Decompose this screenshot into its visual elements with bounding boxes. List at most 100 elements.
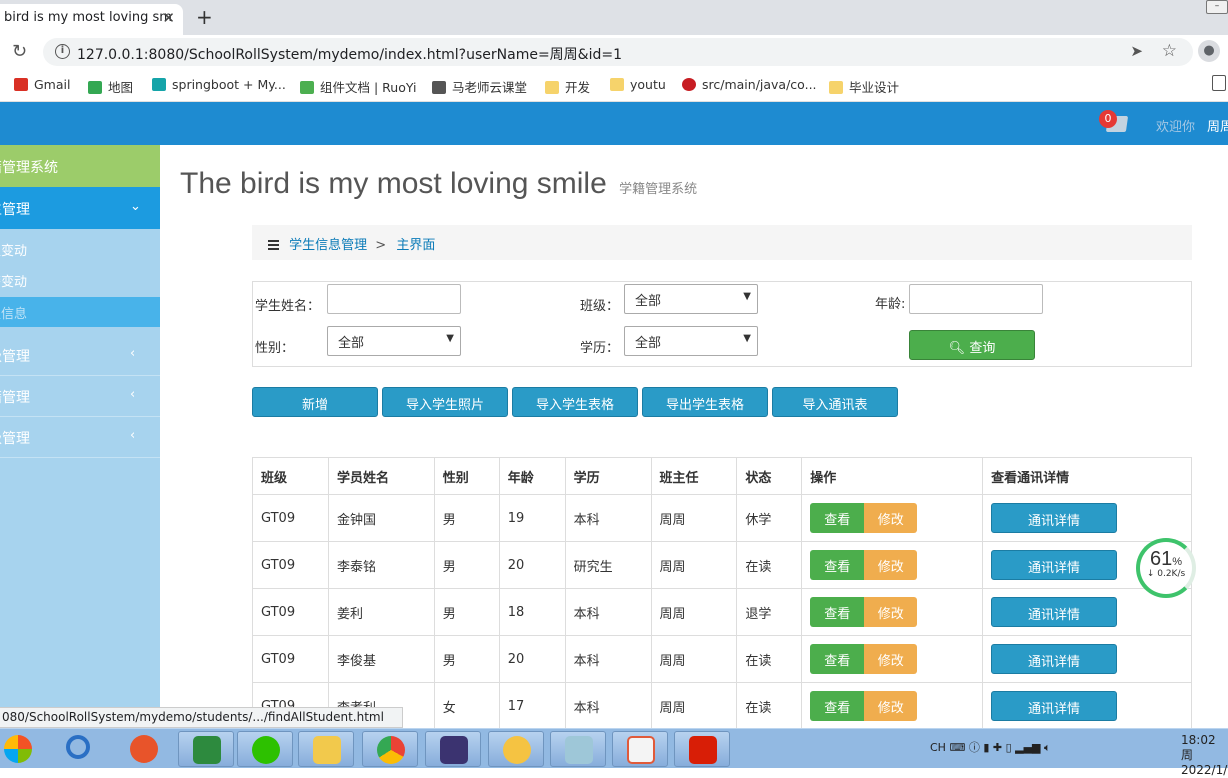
cell-age: 19: [498, 494, 566, 542]
sidebar-item-student-info[interactable]: 生信息: [0, 297, 160, 327]
edit-button[interactable]: 修改: [864, 597, 918, 627]
taskbar-search[interactable]: [52, 731, 108, 767]
gender-label: 性别：: [255, 341, 295, 356]
taskbar-app-music[interactable]: [674, 731, 730, 767]
grid-icon: [432, 81, 446, 94]
minimize-button[interactable]: –: [1206, 0, 1228, 14]
taskbar-app-explorer[interactable]: [298, 731, 354, 767]
bookmark-folder-graduation[interactable]: 毕业设计: [829, 77, 899, 96]
bookmark-springboot[interactable]: springboot + My...: [152, 77, 286, 92]
bookmark-star-icon[interactable]: ☆: [1162, 41, 1177, 61]
contact-detail-button[interactable]: 通讯详情: [991, 644, 1118, 674]
send-icon[interactable]: ➤: [1130, 42, 1143, 60]
folder-icon: [829, 81, 843, 94]
cell-actions: 查看 修改: [801, 635, 984, 683]
bookmark-folder-dev[interactable]: 开发: [545, 77, 590, 96]
bookmark-maps[interactable]: 地图: [88, 77, 133, 96]
cell-actions: 查看 修改: [801, 494, 984, 542]
cell-name: 李泰铭: [327, 541, 435, 589]
view-button[interactable]: 查看: [810, 691, 865, 721]
taskbar-app-editor[interactable]: [550, 731, 606, 767]
folder-icon: [545, 81, 559, 94]
contact-detail-button[interactable]: 通讯详情: [991, 503, 1118, 533]
contact-detail-button[interactable]: 通讯详情: [991, 597, 1118, 627]
site-info-icon[interactable]: i: [55, 44, 70, 59]
main-content: The bird is my most loving smile 学籍管理系统 …: [160, 145, 1228, 738]
reading-list-icon[interactable]: [1212, 75, 1226, 91]
cell-teacher: 周周: [650, 494, 738, 542]
user-name[interactable]: 周周: [1207, 116, 1228, 135]
bookmark-mashibing[interactable]: 马老师云课堂: [432, 77, 527, 96]
reload-icon[interactable]: ↻: [12, 41, 27, 62]
profile-icon[interactable]: ●: [1198, 40, 1220, 62]
contact-detail-button[interactable]: 通讯详情: [991, 691, 1118, 721]
edit-button[interactable]: 修改: [864, 644, 918, 674]
ruoyi-icon: [300, 81, 314, 94]
close-icon[interactable]: ✕: [162, 9, 175, 27]
cell-detail: 通讯详情: [982, 494, 1192, 542]
import-photo-button[interactable]: 导入学生照片: [382, 387, 508, 417]
new-tab-button[interactable]: +: [196, 5, 213, 29]
view-button[interactable]: 查看: [810, 550, 865, 580]
taskbar-app-chart[interactable]: [178, 731, 234, 767]
age-input[interactable]: [909, 284, 1043, 314]
clock[interactable]: 18:02 周 2022/1/: [1181, 733, 1228, 778]
view-button[interactable]: 查看: [810, 644, 865, 674]
filter-form: 学生姓名： 班级： 全部 ▼ 年龄: 性别： 全部 ▼ 学历： 全部 ▼ 🔍︎ 查询: [252, 281, 1192, 367]
sidebar-item-roll-change[interactable]: 籍变动: [0, 265, 160, 295]
cell-age: 20: [498, 635, 566, 683]
edit-button[interactable]: 修改: [864, 691, 918, 721]
speed-rate: 0.2K/s: [1157, 569, 1186, 579]
import-table-button[interactable]: 导入学生表格: [512, 387, 638, 417]
cell-age: 18: [498, 588, 566, 636]
sidebar-item-class-change[interactable]: 级变动: [0, 234, 160, 264]
column-header: 查看通讯详情: [982, 457, 1192, 495]
url-text[interactable]: 127.0.0.1:8080/SchoolRollSystem/mydemo/i…: [77, 44, 622, 64]
cell-gender: 男: [433, 588, 500, 636]
import-contacts-button[interactable]: 导入通讯表: [772, 387, 898, 417]
taskbar-app-paint[interactable]: [116, 731, 172, 767]
page-subtitle: 学籍管理系统: [619, 181, 698, 196]
gmail-icon: [14, 78, 28, 91]
query-button[interactable]: 🔍︎ 查询: [909, 330, 1035, 360]
breadcrumb-separator: >: [375, 238, 387, 253]
taskbar-app-notes[interactable]: [488, 731, 544, 767]
view-button[interactable]: 查看: [810, 597, 865, 627]
bookmark-folder-youtu[interactable]: youtu: [610, 77, 666, 92]
bookmark-gmail[interactable]: Gmail: [14, 77, 70, 92]
gender-select[interactable]: 全部 ▼: [327, 326, 461, 356]
export-table-button[interactable]: 导出学生表格: [642, 387, 768, 417]
sidebar-group-student[interactable]: 生管理 ⌄: [0, 187, 160, 229]
education-select[interactable]: 全部 ▼: [624, 326, 758, 356]
view-button[interactable]: 查看: [810, 503, 865, 533]
address-bar[interactable]: i 127.0.0.1:8080/SchoolRollSystem/mydemo…: [43, 38, 1193, 66]
taskbar-app-slides[interactable]: [612, 731, 668, 767]
cell-status: 在读: [736, 541, 803, 589]
sidebar-group-2[interactable]: 籍管理 ‹: [0, 376, 160, 417]
bookmark-gitee[interactable]: src/main/java/co...: [682, 77, 817, 92]
contact-detail-button[interactable]: 通讯详情: [991, 550, 1118, 580]
add-button[interactable]: 新增: [252, 387, 378, 417]
network-speed-widget[interactable]: 61% ↓ 0.2K/s: [1136, 538, 1196, 598]
column-header: 年龄: [498, 457, 566, 495]
start-button[interactable]: [0, 731, 40, 767]
browser-tab[interactable]: bird is my most loving sm ✕: [0, 4, 183, 35]
browser-tab-bar: bird is my most loving sm ✕ + –: [0, 0, 1228, 35]
chrome-icon: [377, 736, 405, 764]
sidebar-group-1[interactable]: 级管理 ‹: [0, 335, 160, 376]
taskbar-app-eclipse[interactable]: [425, 731, 481, 767]
name-input[interactable]: [327, 284, 461, 314]
cell-name: 姜利: [327, 588, 435, 636]
cell-education: 本科: [564, 494, 652, 542]
taskbar-app-chrome[interactable]: [362, 731, 418, 767]
breadcrumb-student-info[interactable]: 学生信息管理: [289, 238, 367, 253]
class-select[interactable]: 全部 ▼: [624, 284, 758, 314]
taskbar-app-wechat[interactable]: [237, 731, 293, 767]
sidebar-group-3[interactable]: 级管理 ‹: [0, 417, 160, 458]
breadcrumb-main[interactable]: 主界面: [396, 238, 435, 253]
bookmark-ruoyi[interactable]: 组件文档 | RuoYi: [300, 77, 417, 96]
edit-button[interactable]: 修改: [864, 503, 918, 533]
system-tray[interactable]: CH ⌨ ⓘ ▮ ✚ ▯ ▂▄▆ 🔈︎: [930, 739, 1051, 755]
edit-button[interactable]: 修改: [864, 550, 918, 580]
cell-status: 在读: [736, 635, 803, 683]
